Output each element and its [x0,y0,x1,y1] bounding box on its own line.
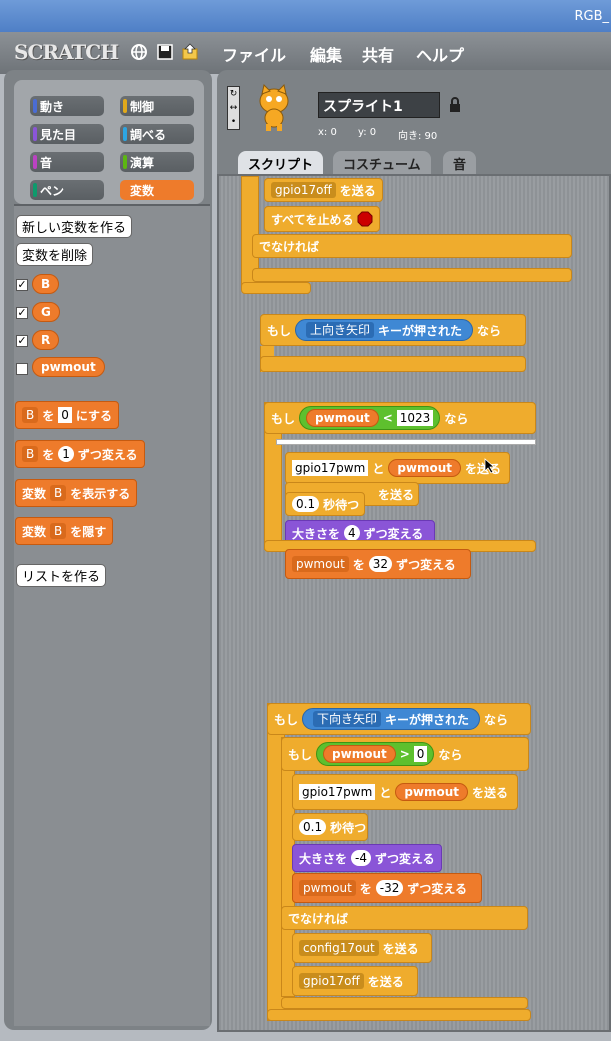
else-label: でなければ [281,906,528,930]
greater-than-operator[interactable]: pwmout >0 [316,742,435,766]
sprite-cat-thumbnail[interactable] [252,84,296,132]
set-variable-block[interactable]: B を 0 にする [15,401,120,429]
value-input[interactable]: 1 [58,446,74,462]
var-b-reporter[interactable]: B [32,274,60,294]
sprite-direction: 向き: 90 [398,131,438,142]
menu-file[interactable]: ファイル [222,42,286,66]
key-dropdown[interactable]: 下向き矢印 [313,711,382,727]
message-dropdown[interactable]: gpio17off [299,973,364,989]
delete-variable-button[interactable]: 変数を削除 [16,243,94,266]
var-dropdown[interactable]: B [50,523,67,539]
stop-all-block[interactable]: すべてを止める [264,206,381,232]
if-else-end [281,997,528,1009]
var-r-reporter[interactable]: R [32,330,60,350]
category-control[interactable]: 制御 [120,96,194,116]
value-input[interactable]: 0 [58,407,72,423]
block-palette-panel: 動き 制御 見た目 調べる 音 演算 ペン 変数 [4,70,212,1030]
show-variable-block[interactable]: 変数 B を表示する [15,479,138,507]
key-pressed-predicate[interactable]: 下向き矢印 キーが押された [302,708,481,730]
less-than-operator[interactable]: pwmout <1023 [299,406,441,430]
wait-block[interactable]: 0.1 秒待つ [292,813,368,841]
rotation-style-buttons[interactable]: ↻ ↔ • [227,86,240,130]
mouse-cursor-icon [484,458,496,474]
change-pwmout-block[interactable]: pwmout を -32 ずつ変える [292,873,482,903]
sprite-y: y: 0 [358,127,377,138]
key-dropdown[interactable]: 上向き矢印 [306,322,375,338]
var-pwmout-checkbox[interactable] [16,363,28,375]
hide-variable-block[interactable]: 変数 B を隠す [15,517,114,545]
var-g-reporter[interactable]: G [32,302,60,322]
broadcast-block[interactable]: gpio17off を送る [264,178,383,202]
category-operators[interactable]: 演算 [120,152,194,172]
make-variable-button[interactable]: 新しい変数を作る [16,215,133,238]
menu-help[interactable]: ヘルプ [416,42,464,66]
message-input[interactable]: gpio17pwm [299,784,376,800]
tab-costumes[interactable]: コスチューム [333,151,431,175]
message-dropdown[interactable]: config17out [299,940,379,956]
if-else-end [252,268,572,282]
var-dropdown[interactable]: B [22,446,39,462]
value-input[interactable]: -32 [375,880,404,896]
broadcast-pwm-block[interactable]: gpio17pwm と pwmout を送る [292,774,518,810]
stop-sign-icon [357,211,373,227]
change-pwmout-block[interactable]: pwmout を 32 ずつ変える [285,549,471,579]
var-pwmout-reporter[interactable]: pwmout [32,357,105,377]
make-list-button[interactable]: リストを作る [16,564,107,587]
var-dropdown[interactable]: pwmout [292,556,349,572]
change-size-block[interactable]: 大きさを -4 ずつ変える [292,844,442,872]
value-input[interactable]: 32 [368,556,393,572]
var-dropdown[interactable]: B [22,407,39,423]
share-icon[interactable] [181,43,199,61]
message-input[interactable]: gpio17pwm [292,460,369,476]
else-label: でなければ [252,234,572,258]
var-g-checkbox[interactable]: ✓ [16,307,28,319]
category-motion[interactable]: 動き [30,96,104,116]
if-pwmout-lt-block[interactable]: もし pwmout <1023 なら [264,402,536,434]
category-sensing[interactable]: 調べる [120,124,194,144]
menu-share[interactable]: 共有 [362,42,394,66]
broadcast-config-block[interactable]: config17out を送る [292,933,432,963]
tab-sounds[interactable]: 音 [443,151,477,175]
seconds-input[interactable]: 0.1 [299,819,327,835]
var-dropdown[interactable]: pwmout [299,880,356,896]
category-variables[interactable]: 変数 [120,180,194,200]
if-end [260,356,526,372]
var-b-checkbox[interactable]: ✓ [16,279,28,291]
if-end [267,1009,531,1021]
if-down-key-block[interactable]: もし 下向き矢印 キーが押された なら [267,703,531,735]
broadcast-pwm-block[interactable]: gpio17pwm と pwmout を送る [285,452,510,484]
wait-block[interactable]: 0.1 秒待つ [285,492,365,516]
size-input[interactable]: -4 [351,850,371,866]
category-selector: 動き 制御 見た目 調べる 音 演算 ペン 変数 [14,80,204,204]
menu-edit[interactable]: 編集 [310,42,342,66]
if-pwmout-gt-block[interactable]: もし pwmout >0 なら [281,737,529,771]
key-pressed-predicate[interactable]: 上向き矢印 キーが押された [295,319,474,341]
scratch-topbar: SCRATCH ファイル 編集 共有 ヘルプ [0,32,611,74]
change-variable-block[interactable]: B を 1 ずつ変える [15,440,145,468]
script-end-cap [241,282,311,294]
broadcast-off-block[interactable]: gpio17off を送る [292,966,418,996]
if-up-key-block[interactable]: もし 上向き矢印 キーが押された なら [260,314,526,346]
variables-palette [14,204,210,1026]
drop-indicator [276,439,536,445]
sprite-x: x: 0 [318,127,337,138]
var-r-checkbox[interactable]: ✓ [16,335,28,347]
category-sound[interactable]: 音 [30,152,104,172]
save-icon[interactable] [156,43,174,61]
scratch-logo: SCRATCH [14,40,119,64]
seconds-input[interactable]: 0.1 [292,496,320,512]
lock-icon[interactable] [449,97,461,113]
value-input[interactable]: 1023 [396,410,434,426]
message-dropdown[interactable]: gpio17off [271,182,336,198]
sprite-name-field[interactable]: スプライト1 [318,92,440,118]
size-input[interactable]: 4 [344,525,360,541]
globe-icon[interactable] [130,43,148,61]
category-looks[interactable]: 見た目 [30,124,104,144]
category-pen[interactable]: ペン [30,180,104,200]
var-dropdown[interactable]: B [50,485,67,501]
window-title: RGB_ [574,9,609,24]
value-input[interactable]: 0 [413,746,428,762]
window-titlebar: RGB_ [0,0,611,32]
